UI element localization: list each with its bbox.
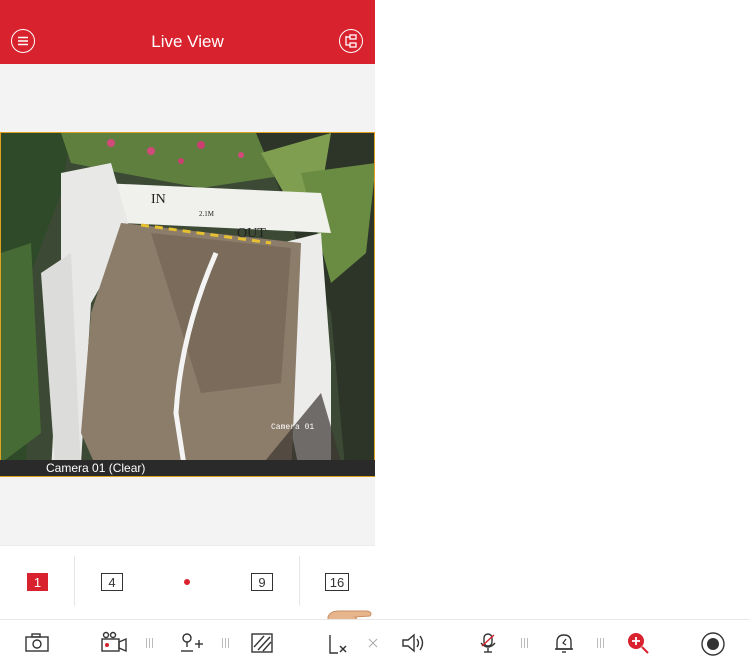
- page-indicator-dot: [184, 579, 190, 585]
- split-1-button[interactable]: 1: [27, 573, 48, 591]
- live-video-window[interactable]: IN OUT 2.1M Camera 01: [0, 132, 375, 477]
- device-list-icon[interactable]: [339, 29, 363, 53]
- stop-all-icon[interactable]: [326, 631, 350, 655]
- page-title: Live View: [151, 32, 224, 51]
- window-split-bar: 1 4 9 16: [0, 545, 375, 619]
- svg-text:IN: IN: [151, 192, 166, 207]
- audio-icon[interactable]: [400, 631, 426, 655]
- svg-text:OUT: OUT: [237, 226, 266, 241]
- app: Live View IN OUT 2.1M Camera 01 Camera 0…: [0, 0, 375, 667]
- talk-icon[interactable]: [476, 631, 500, 655]
- alarm-icon[interactable]: [552, 631, 576, 655]
- divider: [299, 556, 300, 606]
- osd-camera-label: Camera 01: [271, 423, 315, 432]
- video-caption-bar: Camera 01 (Clear): [0, 460, 375, 476]
- divider: [74, 556, 75, 606]
- quality-icon[interactable]: [250, 631, 274, 655]
- split-4-button[interactable]: 4: [101, 573, 123, 591]
- separator: [146, 638, 153, 648]
- camera-caption: Camera 01 (Clear): [46, 461, 146, 475]
- close-icon: [368, 638, 378, 648]
- camera-feed-image: IN OUT 2.1M: [1, 133, 374, 476]
- separator: [521, 638, 528, 648]
- separator: [222, 638, 229, 648]
- snapshot-icon[interactable]: [24, 631, 50, 655]
- svg-text:2.1M: 2.1M: [199, 210, 215, 218]
- split-9-button[interactable]: 9: [251, 573, 273, 591]
- fisheye-icon[interactable]: [700, 631, 726, 657]
- zoom-icon[interactable]: [626, 631, 650, 655]
- separator: [597, 638, 604, 648]
- split-16-button[interactable]: 16: [325, 573, 349, 591]
- toolbar: [0, 619, 750, 668]
- ptz-icon[interactable]: [178, 631, 204, 655]
- record-icon[interactable]: [100, 631, 128, 655]
- header: Live View: [0, 0, 375, 64]
